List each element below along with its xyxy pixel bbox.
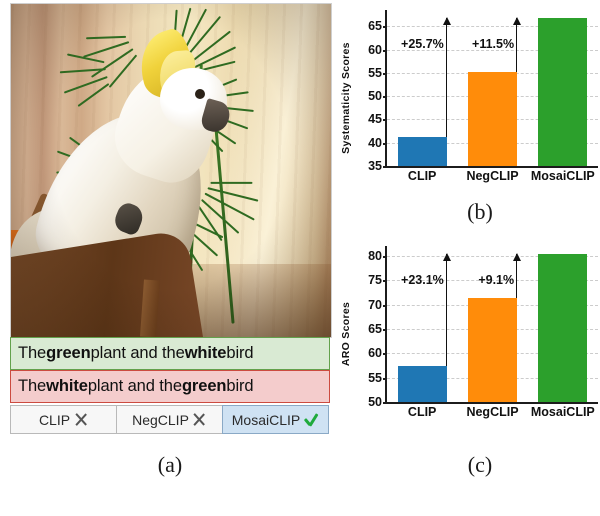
y-tick-label: 40 [368,135,382,150]
x-tick-label-clip: CLIP [407,405,437,419]
y-tick-mark [383,96,387,99]
caption-middle: plant and the [90,344,185,362]
example-panel: The green plant and the white bird The w… [0,0,340,516]
caption-suffix: bird [226,344,254,362]
caption-bold-2: green [181,377,227,395]
y-axis-title-b: Systematicity Scores [340,42,353,154]
caption-bold-1: white [46,377,88,395]
gain-label: +25.7% [401,36,444,51]
caption-bold-1: green [46,344,91,362]
y-tick-label: 45 [368,112,382,127]
bar-negclip [467,297,518,402]
gain-arrow [442,16,451,138]
bar-mosaiclip [538,17,588,166]
y-tick-label: 55 [368,65,382,80]
photo-vignette [11,4,331,337]
caption-prefix: The [18,344,47,362]
y-tick-label: 70 [368,297,382,312]
y-tick-label: 65 [368,321,382,336]
y-tick-mark [383,142,387,145]
subcaption-b: (b) [467,199,493,224]
y-tick-mark [383,72,387,75]
subcaption-c: (c) [467,452,493,477]
example-photo [10,3,332,338]
model-label-mosaiclip: MosaiCLIP [231,411,301,428]
y-tick-mark [383,49,387,52]
y-tick-mark [383,166,387,168]
x-tick-label-mosaiclip: MosaiCLIP [530,169,595,183]
chart-aro: ARO Scores 50 55 60 65 70 75 80 CLIP NegCLIP Mosa… [340,238,600,430]
plot-area-b: 35 40 45 50 55 60 65 CLIP NegCLIP MosaiCLIP +25.7%… [368,10,598,183]
y-tick-label: 55 [368,370,382,385]
y-tick-mark [383,280,387,283]
plot-area-c: 50 55 60 65 70 75 80 CLIP NegCLIP MosaiCLIP +23.1%… [368,246,598,419]
y-tick-label: 60 [368,42,382,57]
x-tick-label-mosaiclip: MosaiCLIP [530,405,595,419]
x-tick-label-clip: CLIP [407,169,437,183]
model-verdict-row: CLIP NegCLIP MosaiCLIP [10,405,330,434]
y-tick-label: 50 [368,395,382,409]
bar-clip [397,365,447,402]
y-tick-mark [383,328,387,331]
bar-mosaiclip [538,254,588,402]
caption-prefix: The [18,377,47,395]
model-label-clip: CLIP [38,411,71,428]
y-tick-label: 80 [368,248,382,263]
y-tick-mark [383,402,387,404]
chart-systematicity: Systematicity Scores 35 40 45 50 55 60 65 CLIP N… [340,2,600,194]
cross-icon [73,412,88,427]
model-label-negclip: NegCLIP [132,411,189,428]
gain-label: +23.1% [401,273,444,288]
y-tick-label: 75 [368,273,382,288]
y-tick-label: 60 [368,346,382,361]
figure-root: The green plant and the white bird The w… [0,0,600,516]
x-tick-label-negclip: NegCLIP [466,169,519,183]
gain-label: +11.5% [472,36,515,51]
gain-arrow [442,253,451,366]
caption-middle: plant and the [87,377,182,395]
positive-caption: The green plant and the white bird [10,337,330,370]
model-cell-mosaiclip[interactable]: MosaiCLIP [222,405,329,434]
negative-caption: The white plant and the green bird [10,370,330,403]
cross-icon [192,412,207,427]
y-tick-mark [383,353,387,356]
gain-label: +9.1% [478,273,515,288]
model-cell-negclip[interactable]: NegCLIP [116,405,223,434]
caption-suffix: bird [226,377,254,395]
y-tick-label: 35 [368,159,382,173]
y-tick-label: 65 [368,19,382,34]
x-tick-label-negclip: NegCLIP [466,405,519,419]
model-cell-clip[interactable]: CLIP [10,405,117,434]
subcaption-a: (a) [157,452,183,477]
check-icon [303,412,319,428]
y-axis-title-c: ARO Scores [340,301,352,367]
bar-negclip [467,71,518,166]
y-tick-label: 50 [368,89,382,104]
bar-clip [397,137,447,166]
y-tick-mark [383,119,387,122]
y-tick-mark [383,255,387,258]
y-tick-mark [383,26,387,29]
y-tick-mark [383,377,387,380]
y-tick-mark [383,304,387,307]
caption-bold-2: white [184,344,227,362]
